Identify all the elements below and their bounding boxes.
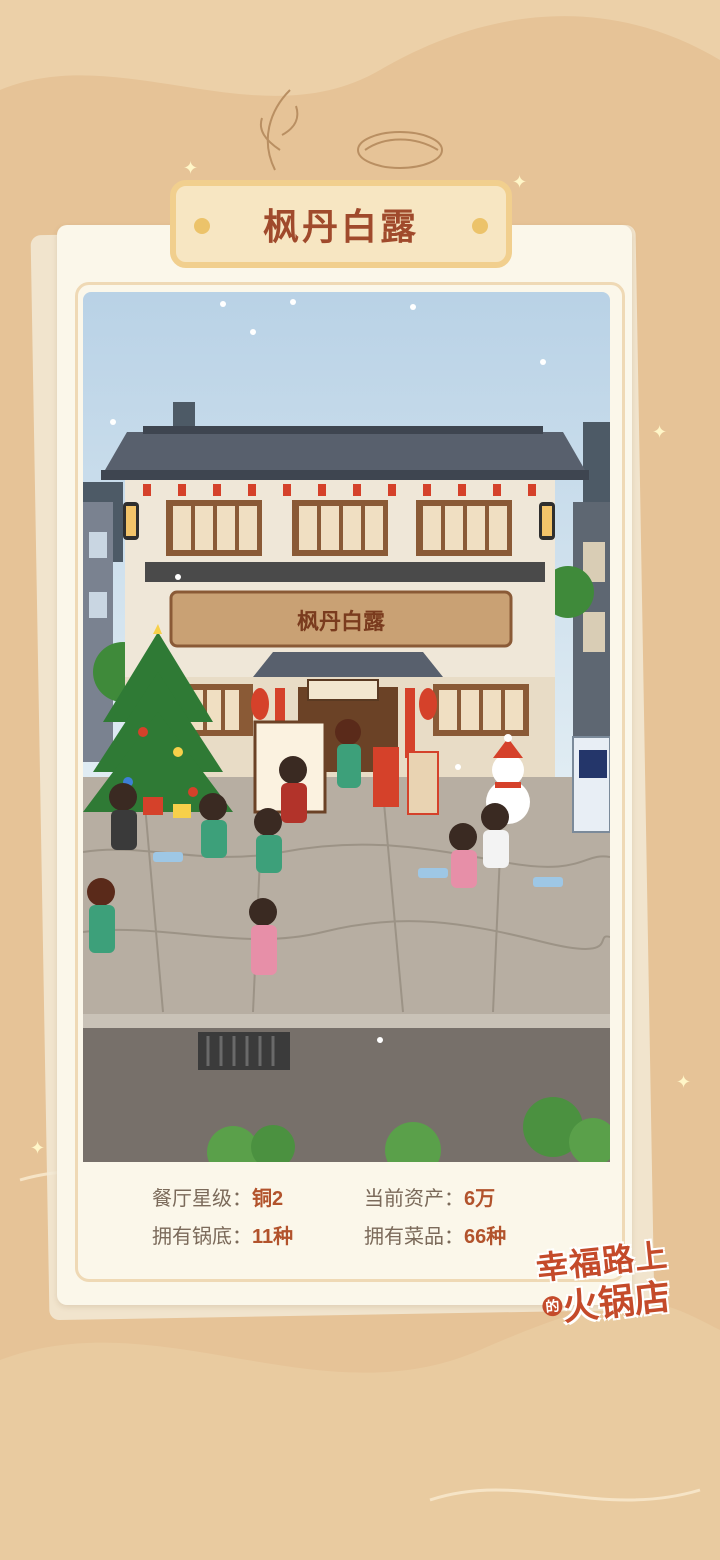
stat-pots-label: 拥有锅底： [152, 1226, 252, 1248]
sparkle-icon: ✦ [183, 158, 199, 178]
restaurant-title: 枫丹白露 [262, 206, 419, 248]
stat-star-value: 铜2 [252, 1188, 284, 1210]
plaque-dot-right [472, 218, 488, 234]
stat-assets: 当前资产：6万 [364, 1182, 495, 1211]
stat-dishes-value: 66种 [464, 1226, 507, 1248]
sparkle-icon: ✦ [676, 1072, 692, 1092]
stat-dishes: 拥有菜品：66种 [364, 1220, 506, 1249]
stat-pots: 拥有锅底：11种 [152, 1220, 293, 1249]
plaque-dot-left [194, 218, 210, 234]
stat-star-label: 餐厅星级： [152, 1188, 252, 1210]
stat-assets-label: 当前资产： [364, 1188, 464, 1210]
logo-line-2: 火锅店 [560, 1275, 673, 1329]
stat-pots-value: 11种 [252, 1226, 294, 1248]
stat-dishes-label: 拥有菜品： [364, 1226, 464, 1248]
sparkle-icon: ✦ [30, 1138, 46, 1158]
dumpling-sketch-icon [357, 131, 443, 169]
logo-de: 的 [541, 1295, 564, 1318]
stat-star-level: 餐厅星级：铜2 [152, 1182, 283, 1211]
sparkle-icon: ✦ [652, 422, 668, 442]
shop-sign-text: 枫丹白露 [297, 609, 386, 635]
leaf-sketch-icon [260, 89, 299, 171]
restaurant-title-plaque: 枫丹白露 [170, 180, 512, 268]
stat-assets-value: 6万 [464, 1188, 496, 1210]
game-logo: 幸福路上 的 火锅店 [525, 1222, 695, 1338]
sparkle-icon: ✦ [512, 172, 528, 192]
restaurant-scene[interactable]: 枫丹白露 [83, 292, 610, 1162]
